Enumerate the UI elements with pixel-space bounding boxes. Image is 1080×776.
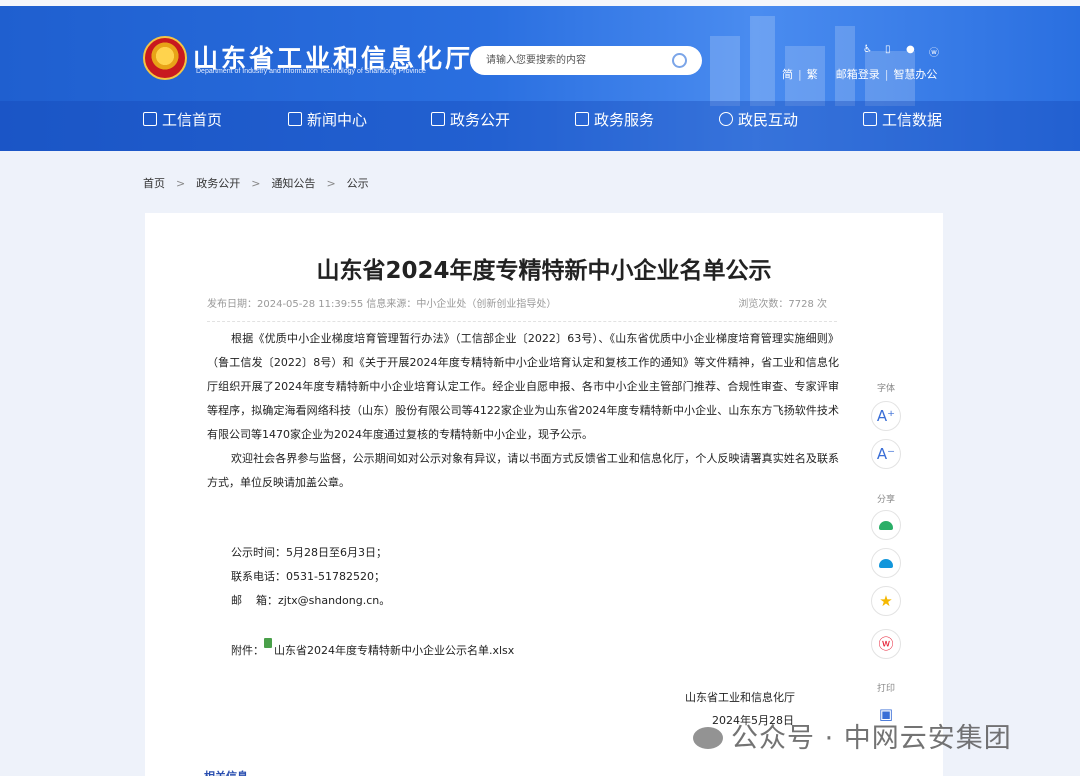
contact-email: 邮 箱：zjtx@shandong.cn。 (231, 594, 391, 607)
monitor-icon (431, 112, 445, 126)
news-icon (288, 112, 302, 126)
attachment-link[interactable]: 山东省2024年度专精特新中小企业公示名单.xlsx (274, 644, 514, 657)
breadcrumb-publicity[interactable]: 公示 (347, 175, 369, 191)
contact-phone: 联系电话：0531-51782520； (231, 570, 385, 583)
article-body: 根据《优质中小企业梯度培育管理暂行办法》（工信部企业〔2022〕63号）、《山东… (207, 327, 839, 495)
attachment: 附件： 山东省2024年度专精特新中小企业公示名单.xlsx (231, 638, 514, 658)
share-qzone-button[interactable]: ★ (871, 586, 901, 616)
qq-icon (879, 559, 893, 568)
publish-info: 发布日期：2024-05-28 11:39:55 信息来源：中小企业处（创新创业… (207, 299, 557, 310)
chat-icon (719, 112, 733, 126)
mobile-icon[interactable]: ▯ (885, 44, 891, 55)
paragraph: 欢迎社会各界参与监督，公示期间如对公示对象有异议，请以书面方式反馈省工业和信息化… (207, 452, 839, 489)
nav-label: 政务服务 (594, 111, 655, 129)
share-wechat-button[interactable] (871, 510, 901, 540)
smart-office-link[interactable]: 智慧办公 (893, 66, 937, 82)
site-subtitle: Department of Industry and Information T… (196, 68, 426, 75)
nav-item-gov-affairs[interactable]: 政务公开 (431, 108, 510, 132)
nav-label: 工信首页 (162, 111, 223, 129)
divider: | (798, 68, 802, 81)
watermark-text: 公众号 · 中网云安集团 (731, 723, 1012, 754)
font-decrease-button[interactable]: A⁻ (871, 439, 901, 469)
wechat-icon[interactable]: ● (906, 44, 915, 55)
database-icon (863, 112, 877, 126)
weibo-icon[interactable]: ⓦ (929, 44, 939, 59)
traditional-link[interactable]: 繁 (807, 66, 818, 82)
mail-login-link[interactable]: 邮箱登录 (836, 66, 880, 82)
nav-item-home[interactable]: 工信首页 (143, 108, 222, 132)
qzone-star-icon: ★ (879, 592, 893, 610)
chevron-right-icon: > (176, 177, 186, 190)
emblem-logo[interactable] (143, 36, 187, 80)
home-icon (143, 112, 157, 126)
divider (207, 321, 837, 322)
share-weibo-button[interactable]: ⓦ (871, 629, 901, 659)
search-box (470, 46, 702, 75)
article-title: 山东省2024年度专精特新中小企业名单公示 (316, 258, 772, 284)
nav-item-news[interactable]: 新闻中心 (288, 108, 367, 132)
article-panel: 山东省2024年度专精特新中小企业名单公示 发布日期：2024-05-28 11… (145, 213, 943, 776)
share-qq-button[interactable] (871, 548, 901, 578)
nav-label: 工信数据 (882, 111, 943, 129)
top-links: 简 | 繁 邮箱登录 | 智慧办公 (782, 66, 937, 82)
accessibility-icon[interactable]: ♿ (863, 44, 872, 55)
nav-item-interaction[interactable]: 政民互动 (719, 108, 798, 132)
signature-org: 山东省工业和信息化厅 (685, 691, 795, 704)
header-topbar: 山东省工业和信息化厅 Department of Industry and In… (0, 6, 1080, 101)
breadcrumb-gov-affairs[interactable]: 政务公开 (196, 175, 240, 191)
search-input[interactable] (486, 52, 666, 69)
search-icon[interactable] (672, 53, 687, 68)
excel-file-icon (264, 638, 272, 648)
nav-label: 新闻中心 (307, 111, 368, 129)
breadcrumb-home[interactable]: 首页 (143, 175, 165, 191)
paragraph: 根据《优质中小企业梯度培育管理暂行办法》（工信部企业〔2022〕63号）、《山东… (207, 332, 839, 441)
nav-label: 政务公开 (450, 111, 511, 129)
font-size-label: 字体 (876, 384, 895, 394)
weibo-icon: ⓦ (878, 635, 894, 653)
nav-item-data[interactable]: 工信数据 (863, 108, 942, 132)
attachment-label: 附件： (231, 644, 264, 657)
wechat-logo-icon (693, 727, 723, 749)
watermark: 公众号 · 中网云安集团 (693, 716, 1012, 755)
wechat-icon (879, 521, 893, 530)
breadcrumb: 首页 > 政务公开 > 通知公告 > 公示 (143, 175, 369, 191)
service-icon (575, 112, 589, 126)
simplified-link[interactable]: 简 (782, 66, 793, 82)
nav-label: 政民互动 (738, 111, 799, 129)
breadcrumb-notices[interactable]: 通知公告 (271, 175, 315, 191)
divider: | (884, 68, 889, 81)
nav-item-services[interactable]: 政务服务 (575, 108, 654, 132)
share-label: 分享 (876, 495, 895, 505)
chevron-right-icon: > (326, 177, 336, 190)
font-increase-button[interactable]: A⁺ (871, 401, 901, 431)
view-count: 浏览次数：7728 次 (738, 299, 827, 310)
notice-period: 公示时间：5月28日至6月3日； (231, 546, 387, 559)
related-info-heading: 相关信息 (204, 768, 248, 776)
chevron-right-icon: > (251, 177, 261, 190)
print-label: 打印 (876, 684, 895, 694)
main-nav: 工信首页 新闻中心 政务公开 政务服务 政民互动 工信数据 (143, 108, 943, 132)
top-icon-row: ♿ ▯ ● ⓦ (863, 44, 943, 59)
